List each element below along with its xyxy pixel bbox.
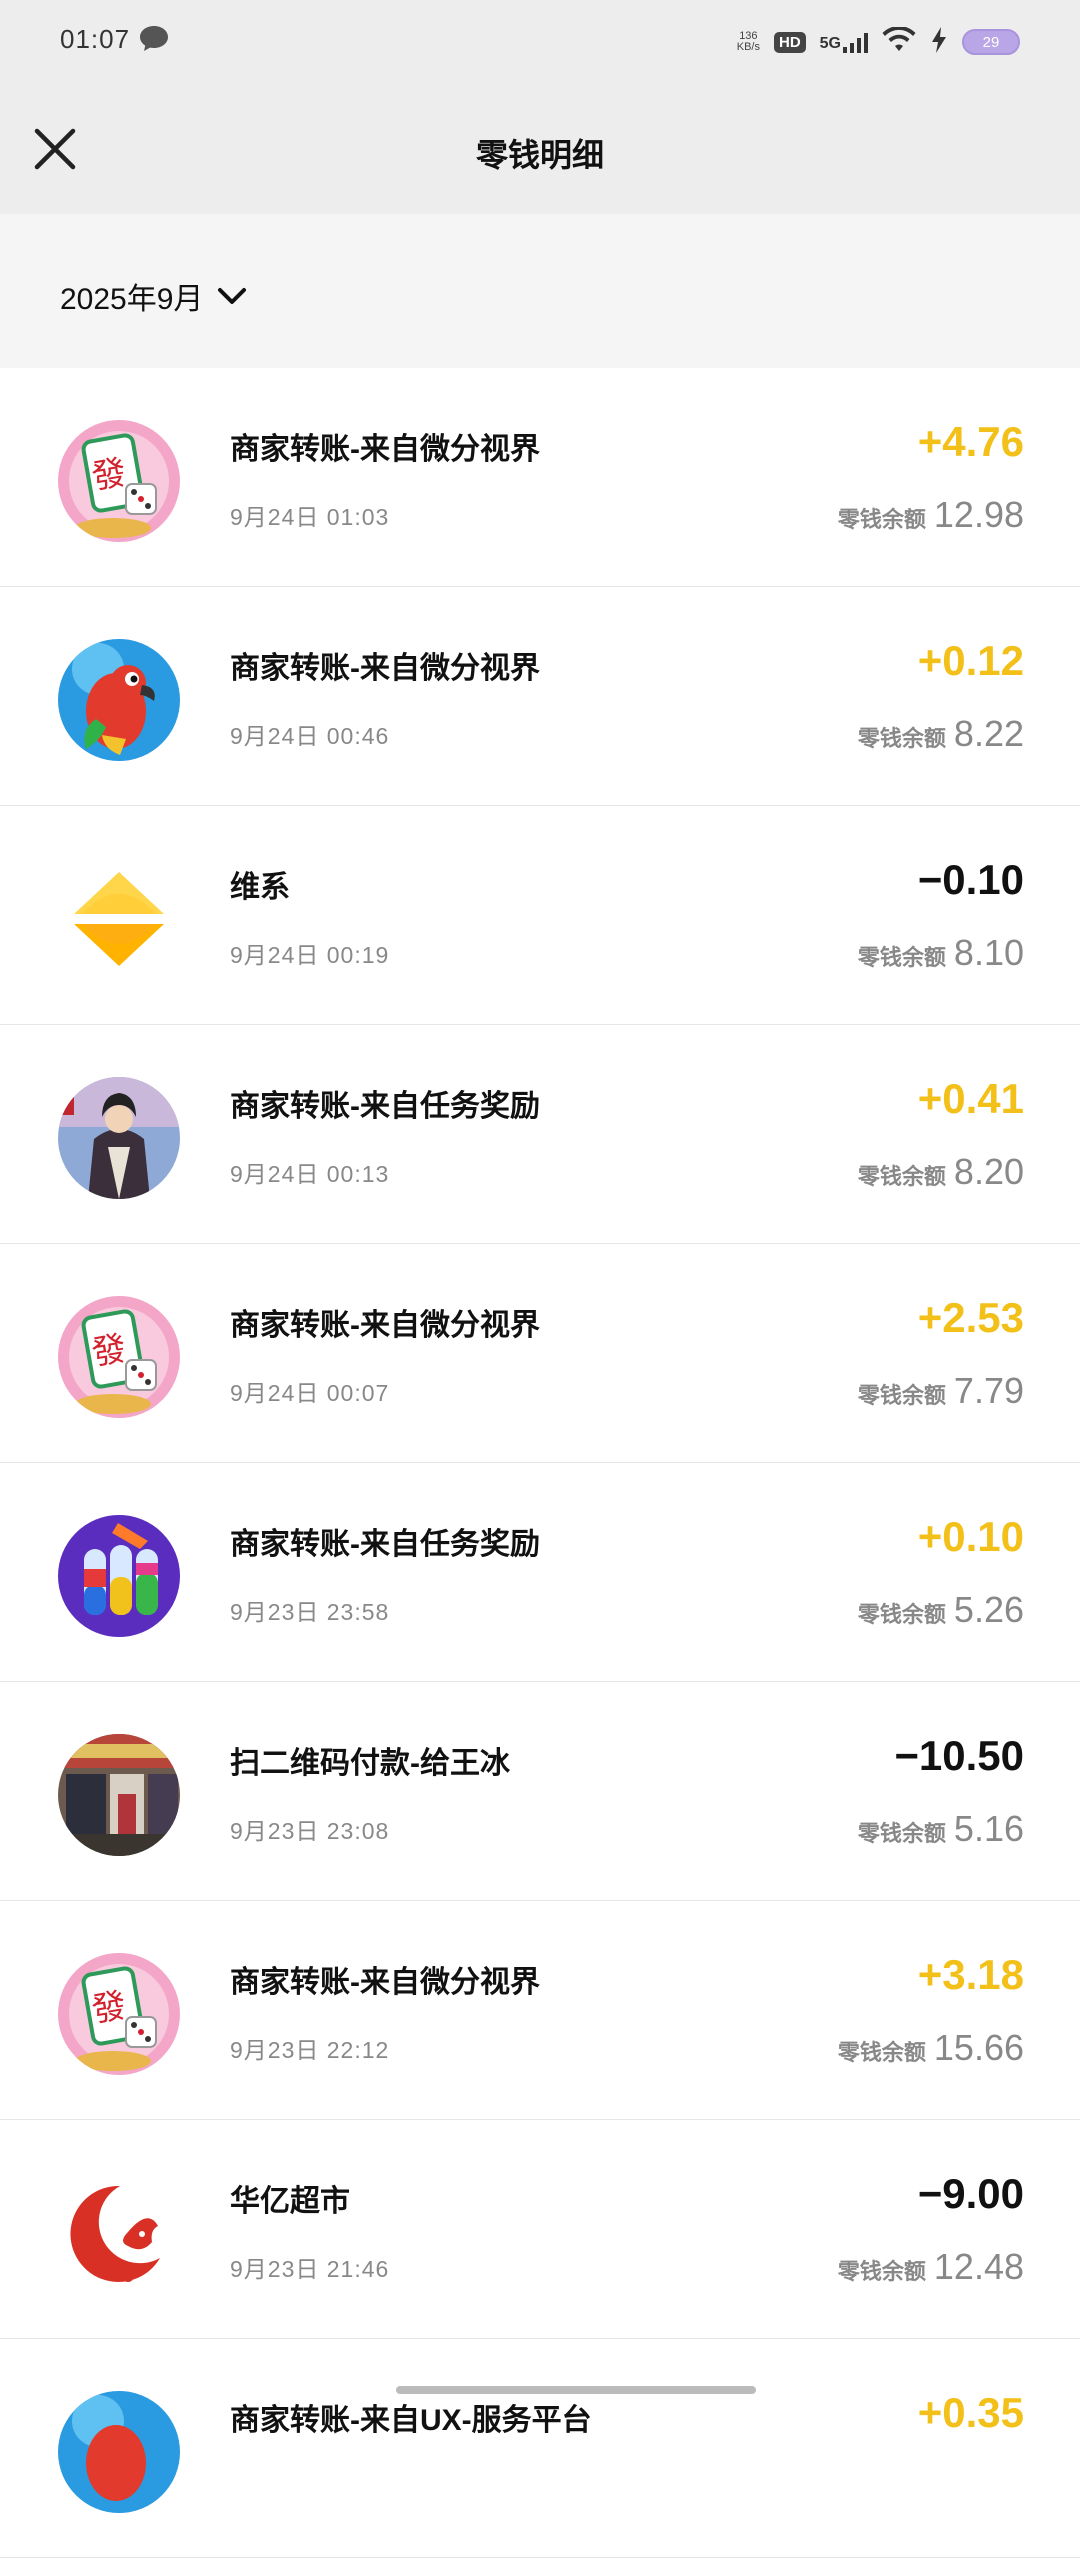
transaction-amount: −10.50 [894,1732,1024,1779]
balance: 零钱余额 5.26 [858,1589,1024,1631]
transaction-title: 商家转账-来自UX-服务平台 [230,2404,592,2437]
transaction-time: 9月24日 00:19 [230,942,390,968]
transaction-time: 9月24日 01:03 [230,504,390,530]
svg-text:發: 發 [89,452,129,497]
balance: 零钱余额 12.98 [838,494,1024,536]
charging-icon [930,26,948,59]
transaction-time: 9月24日 00:07 [230,1380,390,1406]
transaction-amount: −9.00 [917,2170,1024,2217]
balance-value: 5.26 [953,1589,1024,1630]
parrot-icon [58,2391,180,2513]
transaction-row[interactable]: 發 商家转账-来自微分视界 9月24日 00:07 +2.53 零钱余额 7.7… [0,1244,1080,1463]
status-bar: 01:07 136 KB/s HD 5G 29 [0,0,1080,84]
transaction-row[interactable]: 维系 9月24日 00:19 −0.10 零钱余额 8.10 [0,806,1080,1025]
transaction-title: 商家转账-来自微分视界 [230,1966,540,1999]
transaction-amount: +0.35 [917,2389,1024,2436]
transaction-title: 扫二维码付款-给王冰 [230,1747,510,1780]
network-type: 5G [819,35,841,52]
balance-value: 12.98 [933,494,1024,535]
transaction-title: 维系 [230,871,290,904]
balance-label: 零钱余额 [857,945,946,970]
balance: 零钱余额 8.20 [858,1151,1024,1193]
filter-bar: 2025年9月 [0,214,1080,368]
net-speed: 136 KB/s [737,31,760,53]
balance: 零钱余额 15.66 [838,2027,1024,2069]
svg-text:發: 發 [89,1328,129,1373]
balance: 零钱余额 8.10 [858,932,1024,974]
parrot-icon [58,639,180,761]
balance-value: 7.79 [953,1370,1024,1411]
balance: 零钱余额 12.48 [838,2246,1024,2288]
month-selector[interactable]: 2025年9月 [60,274,247,318]
color-bottles-icon [58,1515,180,1637]
transaction-amount: −0.10 [917,856,1024,903]
balance: 零钱余额 5.16 [858,1808,1024,1850]
weixi-logo-icon [58,858,180,980]
transaction-list: 發 商家转账-来自微分视界 9月24日 01:03 +4.76 零钱余额 12.… [0,368,1080,2558]
balance-label: 零钱余额 [837,507,926,532]
wifi-icon [882,25,916,58]
transaction-row[interactable]: 扫二维码付款-给王冰 9月23日 23:08 −10.50 零钱余额 5.16 [0,1682,1080,1901]
balance-label: 零钱余额 [857,1821,946,1846]
transaction-amount: +3.18 [917,1951,1024,1998]
transaction-amount: +0.12 [917,637,1024,684]
balance-value: 8.10 [953,932,1024,973]
balance: 零钱余额 8.22 [858,713,1024,755]
svg-text:發: 發 [89,1985,129,2030]
transaction-time: 9月23日 23:58 [230,1599,390,1625]
transaction-row[interactable]: 华亿超市 9月23日 21:46 −9.00 零钱余额 12.48 [0,2120,1080,2339]
transaction-title: 商家转账-来自微分视界 [230,433,540,466]
supermarket-logo-icon [58,2172,180,2294]
transaction-row[interactable]: 發 商家转账-来自微分视界 9月24日 01:03 +4.76 零钱余额 12.… [0,368,1080,587]
transaction-time: 9月23日 22:12 [230,2037,390,2063]
battery-icon: 29 [962,29,1020,55]
transaction-title: 商家转账-来自任务奖励 [230,1090,540,1123]
mahjong-icon: 發 [58,1953,180,2075]
transaction-row[interactable]: 商家转账-来自任务奖励 9月23日 23:58 +0.10 零钱余额 5.26 [0,1463,1080,1682]
transaction-amount: +4.76 [917,418,1024,465]
chevron-down-icon [218,288,247,304]
balance-label: 零钱余额 [837,2259,926,2284]
net-speed-unit: KB/s [736,41,760,53]
balance-label: 零钱余额 [857,1602,946,1627]
transaction-amount: +2.53 [917,1294,1024,1341]
balance-value: 5.16 [953,1808,1024,1849]
balance-value: 8.22 [953,713,1024,754]
mahjong-icon: 發 [58,420,180,542]
transaction-amount: +0.10 [917,1513,1024,1560]
transaction-time: 9月24日 00:13 [230,1161,390,1187]
mahjong-icon: 發 [58,1296,180,1418]
transaction-title: 商家转账-来自微分视界 [230,1309,540,1342]
transaction-row[interactable]: 商家转账-来自UX-服务平台 +0.35 [0,2339,1080,2558]
character-icon [58,1077,180,1199]
transaction-time: 9月24日 00:46 [230,723,390,749]
month-label: 2025年9月 [60,283,204,316]
header: 零钱明细 [0,84,1080,214]
transaction-title: 商家转账-来自任务奖励 [230,1528,540,1561]
balance-value: 12.48 [933,2246,1024,2287]
balance-label: 零钱余额 [857,1383,946,1408]
balance-label: 零钱余额 [857,1164,946,1189]
hd-icon: HD [773,31,806,53]
chat-notification-icon [138,24,170,52]
transaction-time: 9月23日 23:08 [230,1818,390,1844]
status-time: 01:07 [60,24,131,54]
shopfront-photo-icon [58,1734,180,1856]
transaction-time: 9月23日 21:46 [230,2256,390,2282]
balance-value: 15.66 [933,2027,1024,2068]
transaction-title: 商家转账-来自微分视界 [230,652,540,685]
balance-value: 8.20 [953,1151,1024,1192]
transaction-row[interactable]: 商家转账-来自微分视界 9月24日 00:46 +0.12 零钱余额 8.22 [0,587,1080,806]
page-title: 零钱明细 [475,137,604,173]
balance: 零钱余额 7.79 [858,1370,1024,1412]
transaction-title: 华亿超市 [230,2185,350,2218]
transaction-row[interactable]: 商家转账-来自任务奖励 9月24日 00:13 +0.41 零钱余额 8.20 [0,1025,1080,1244]
status-icons: 136 KB/s HD 5G 29 [737,22,1020,62]
signal-icon: 5G [820,31,868,53]
home-indicator[interactable] [396,2386,756,2394]
balance-label: 零钱余额 [857,726,946,751]
balance-label: 零钱余额 [837,2040,926,2065]
transaction-amount: +0.41 [917,1075,1024,1122]
transaction-row[interactable]: 發 商家转账-来自微分视界 9月23日 22:12 +3.18 零钱余额 15.… [0,1901,1080,2120]
